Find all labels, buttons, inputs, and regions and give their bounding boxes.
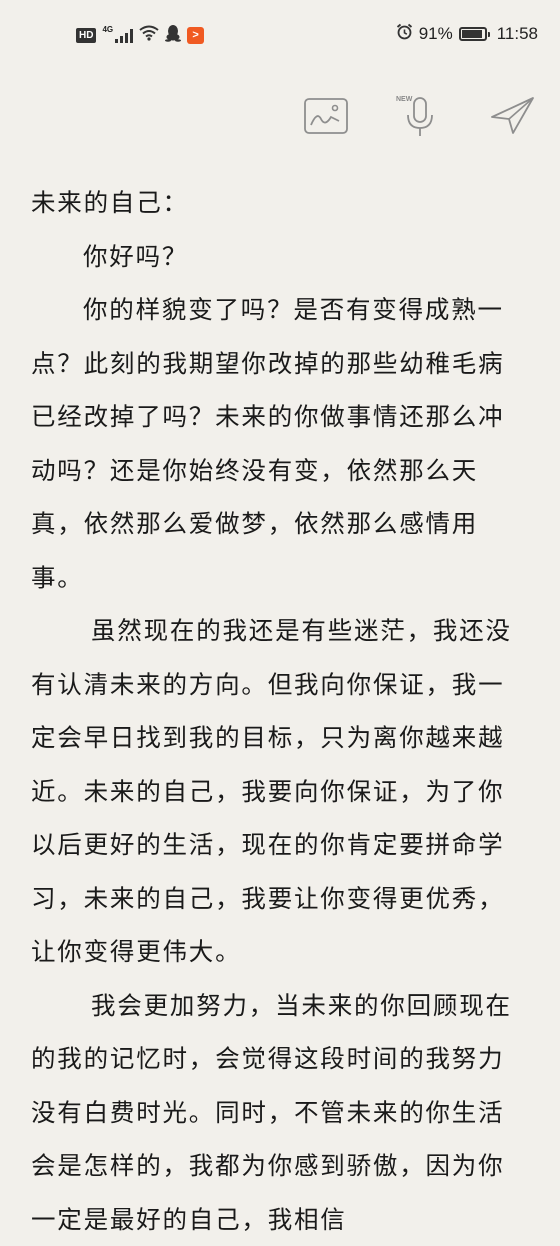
network-type: 4G [102, 25, 113, 34]
battery-icon [459, 27, 487, 41]
status-bar: HD 4G > [0, 0, 560, 68]
letter-paragraph: 虽然现在的我还是有些迷茫，我还没有认清未来的方向。但我向你保证，我一定会早日找到… [31, 604, 515, 979]
letter-paragraph: 你好吗？ [31, 230, 515, 284]
send-icon [489, 95, 535, 141]
signal-icon [115, 29, 133, 43]
voice-input-button[interactable]: NEW [396, 94, 444, 142]
letter-paragraph: 你的样貌变了吗？是否有变得成熟一点？此刻的我期望你改掉的那些幼稚毛病已经改掉了吗… [31, 283, 515, 604]
toolbar: NEW [0, 90, 560, 146]
battery-percent: 91% [419, 24, 453, 44]
status-left: HD 4G > [76, 24, 204, 47]
clock: 11:58 [497, 24, 538, 44]
image-icon [303, 97, 349, 139]
new-badge: NEW [396, 96, 412, 103]
battery-fill [462, 30, 482, 38]
hd-badge: HD [76, 28, 96, 43]
play-app-icon: > [187, 27, 204, 44]
letter-body[interactable]: 未来的自己： 你好吗？ 你的样貌变了吗？是否有变得成熟一点？此刻的我期望你改掉的… [31, 176, 515, 1246]
qq-penguin-icon [165, 24, 181, 47]
alarm-icon [396, 23, 413, 45]
send-button[interactable] [488, 94, 536, 142]
letter-greeting: 未来的自己： [31, 176, 515, 230]
letter-paragraph: 我会更加努力，当未来的你回顾现在的我的记忆时，会觉得这段时间的我努力没有白费时光… [31, 979, 515, 1246]
wifi-icon [139, 25, 159, 46]
status-right: 91% 11:58 [396, 23, 538, 45]
insert-image-button[interactable] [302, 94, 350, 142]
